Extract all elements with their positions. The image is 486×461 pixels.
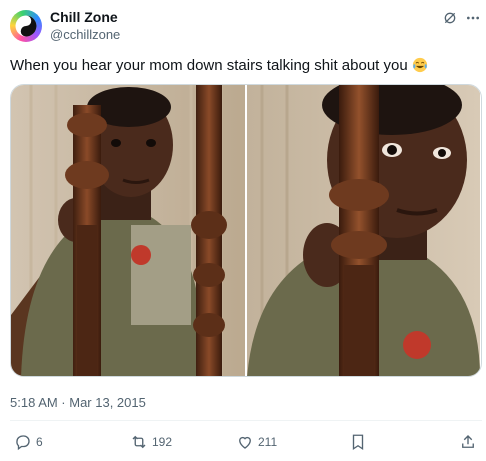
photo-right[interactable]: [247, 85, 481, 376]
share-icon: [462, 435, 474, 448]
photo-left[interactable]: [11, 85, 245, 376]
divider: [10, 420, 482, 421]
bookmark-icon: [352, 434, 364, 451]
more-icon[interactable]: [463, 8, 483, 28]
face-with-tears-of-joy-icon: [412, 57, 427, 73]
tweet-body: When you hear your mom down stairs talki…: [10, 57, 408, 74]
child-closeup-photo: [247, 85, 480, 376]
retweet-icon: [132, 435, 146, 449]
avatar[interactable]: [10, 10, 42, 42]
like-button[interactable]: 211: [236, 432, 277, 452]
reply-count: 6: [36, 435, 43, 449]
share-button[interactable]: [459, 432, 477, 452]
tweet-text: When you hear your mom down stairs talki…: [10, 56, 476, 76]
author-handle[interactable]: @cchillzone: [50, 27, 120, 42]
retweet-button[interactable]: 192: [130, 432, 172, 452]
bookmark-button[interactable]: [349, 432, 367, 452]
author-name[interactable]: Chill Zone: [50, 9, 118, 25]
grok-icon[interactable]: [440, 8, 460, 28]
reply-icon: [16, 435, 30, 451]
child-behind-banister-photo: [11, 85, 245, 376]
like-count: 211: [258, 435, 278, 449]
tweet-media[interactable]: [10, 84, 482, 377]
tweet-timestamp[interactable]: 5:18 AM · Mar 13, 2015: [10, 395, 146, 410]
reply-button[interactable]: 6: [14, 432, 43, 452]
heart-icon: [239, 436, 251, 449]
yin-yang-icon: [15, 15, 37, 37]
retweet-count: 192: [152, 435, 173, 449]
